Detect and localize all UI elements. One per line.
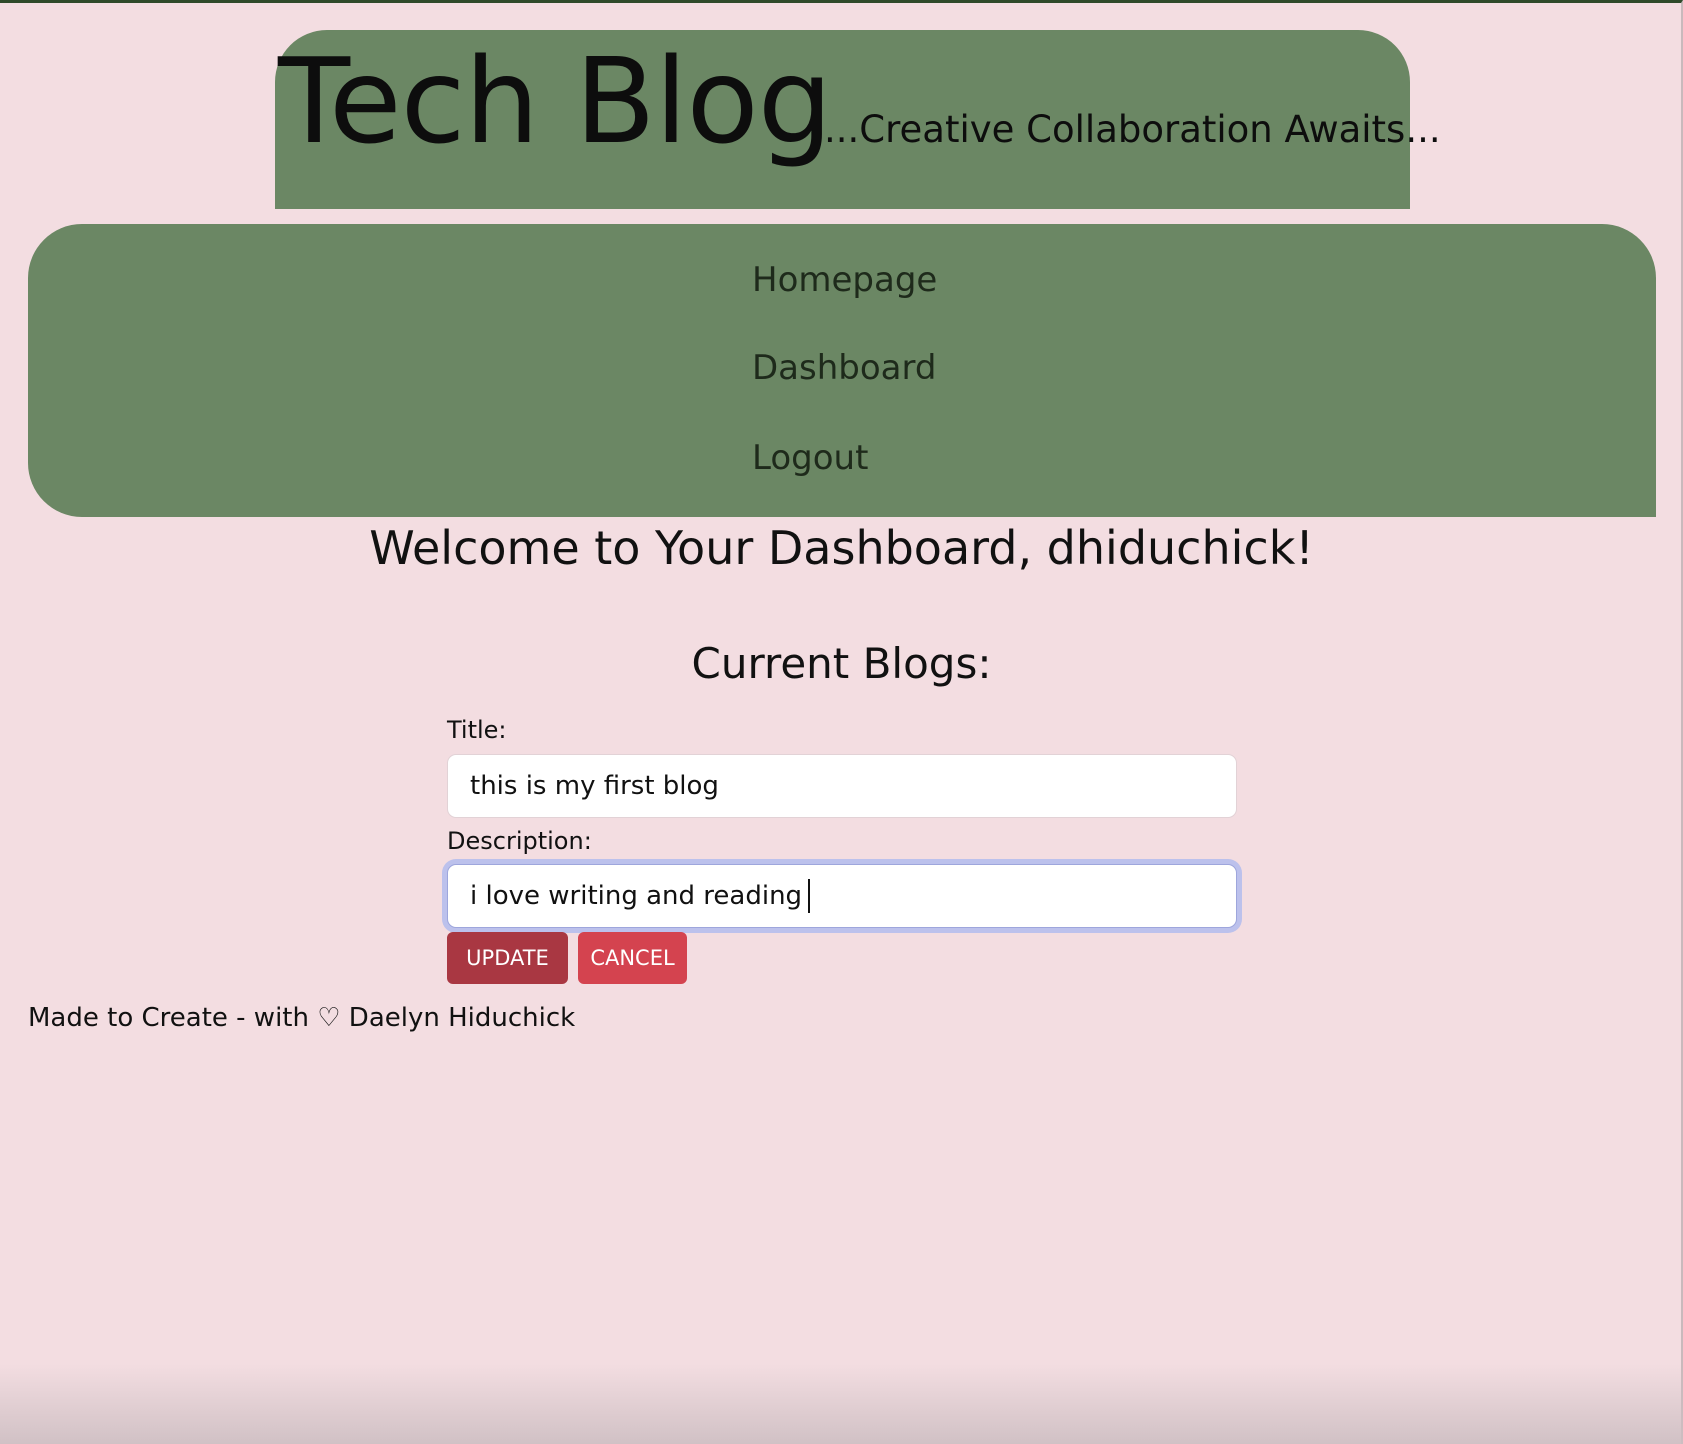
- current-blogs-heading: Current Blogs:: [691, 639, 992, 688]
- title-input[interactable]: [447, 754, 1237, 818]
- nav-link-logout[interactable]: Logout: [752, 436, 868, 480]
- site-title: Tech Blog: [278, 32, 833, 170]
- site-tagline: ...Creative Collaboration Awaits...: [824, 108, 1441, 151]
- nav-link-homepage[interactable]: Homepage: [752, 258, 937, 302]
- title-label: Title:: [447, 716, 507, 744]
- text-caret: [808, 879, 811, 913]
- page-frame: [0, 0, 1683, 1444]
- bottom-shadow: [0, 1364, 1683, 1444]
- update-button[interactable]: Update: [447, 932, 568, 984]
- description-input[interactable]: i love writing and reading: [447, 864, 1237, 928]
- description-label: Description:: [447, 827, 592, 855]
- nav-link-dashboard[interactable]: Dashboard: [752, 346, 936, 390]
- cancel-button[interactable]: Cancel: [578, 932, 687, 984]
- description-text: i love writing and reading: [470, 881, 803, 911]
- footer-credit: Made to Create - with ♡ Daelyn Hiduchick: [28, 1003, 576, 1033]
- welcome-heading: Welcome to Your Dashboard, dhiduchick!: [369, 521, 1314, 575]
